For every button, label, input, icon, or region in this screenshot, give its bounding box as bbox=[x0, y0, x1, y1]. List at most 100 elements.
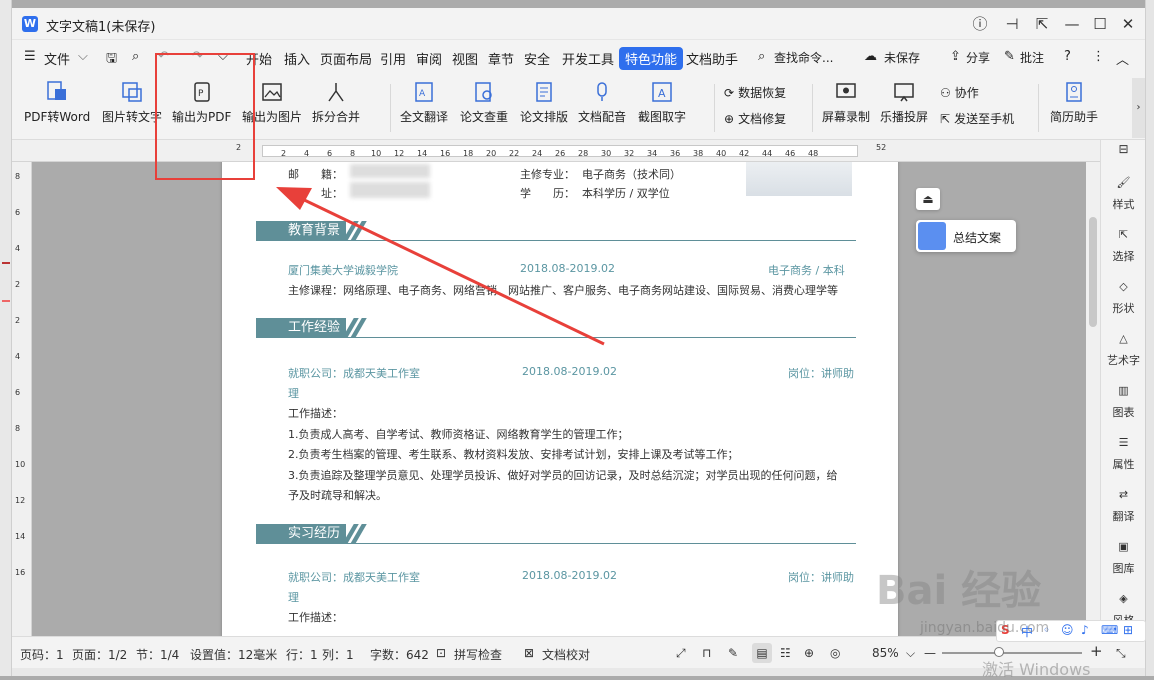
paper-layout-button[interactable]: 论文排版 bbox=[520, 80, 568, 125]
share-button[interactable]: 分享 bbox=[966, 49, 990, 66]
menu-reference[interactable]: 引用 bbox=[380, 49, 406, 68]
status-setting[interactable]: 设置值：12毫米 bbox=[190, 646, 277, 663]
cloud-icon[interactable]: ☁ bbox=[864, 49, 877, 64]
zoom-out-button[interactable]: — bbox=[924, 646, 936, 660]
status-pages[interactable]: 页面：1/2 bbox=[72, 646, 127, 663]
status-section[interactable]: 节：1/4 bbox=[136, 646, 179, 663]
vertical-ruler[interactable]: 8 6 4 2 2 4 6 8 10 12 14 16 bbox=[12, 162, 32, 636]
search-icon[interactable]: ⌕ bbox=[758, 49, 765, 64]
ruler-tick: 30 bbox=[601, 149, 612, 158]
status-line: 行：1 bbox=[286, 648, 318, 662]
unsaved-status[interactable]: 未保存 bbox=[884, 49, 920, 66]
resume-helper-button[interactable]: 简历助手 bbox=[1050, 80, 1098, 125]
menu-file[interactable]: 文件 bbox=[44, 49, 70, 68]
collapse-ribbon-icon[interactable]: ︿ bbox=[1116, 49, 1129, 68]
page-view-icon[interactable]: ▤ bbox=[752, 643, 772, 663]
outline-view-icon[interactable]: ☷ bbox=[780, 646, 791, 660]
paper-check-button[interactable]: 论文查重 bbox=[460, 80, 508, 125]
ruler-tick: 2 bbox=[15, 280, 21, 289]
ime-voice-icon[interactable]: ♪ bbox=[1081, 623, 1089, 637]
menu-chapter[interactable]: 章节 bbox=[488, 49, 514, 68]
maximize-button[interactable]: ☐ bbox=[1086, 12, 1114, 36]
panel-chart[interactable]: ▥ 图表 bbox=[1101, 384, 1146, 420]
fullscreen-icon[interactable]: ⤢ bbox=[676, 646, 686, 661]
share-icon[interactable]: ⇪ bbox=[950, 49, 961, 64]
fit-window-icon[interactable]: ⤡ bbox=[1116, 646, 1126, 661]
pin-icon[interactable]: ⊣ bbox=[998, 12, 1026, 36]
chart-icon: ▥ bbox=[1118, 384, 1129, 397]
split-merge-button[interactable]: 拆分合并 bbox=[312, 80, 360, 125]
right-side-panel: ⊟ 🖌样式 ⇱选择 ◇形状 △艺术字 ▥图表 ☰属性 ⇄翻译 ▣图库 ◈风格 bbox=[1100, 140, 1145, 636]
hamburger-menu-icon[interactable]: ☰ bbox=[24, 49, 36, 64]
cast-button[interactable]: 乐播投屏 bbox=[880, 80, 928, 125]
summary-copy-card[interactable]: 总结文案 bbox=[916, 220, 1016, 252]
ruler-scale[interactable]: 2 4 6 8 10 12 14 16 18 20 22 24 26 28 30… bbox=[262, 145, 858, 158]
search-command[interactable]: 查找命令... bbox=[774, 49, 833, 66]
menu-insert[interactable]: 插入 bbox=[284, 49, 310, 68]
panel-gallery[interactable]: ▣ 图库 bbox=[1101, 540, 1146, 576]
ribbon-scroll-right-icon[interactable]: › bbox=[1132, 78, 1145, 138]
ime-grid-icon[interactable]: ⊞ bbox=[1123, 623, 1133, 637]
more-icon[interactable]: ⋮ bbox=[1092, 49, 1105, 64]
panel-settings-icon[interactable]: ⊟ bbox=[1101, 142, 1146, 156]
help-icon[interactable]: ? bbox=[1064, 49, 1071, 64]
chevron-down-icon[interactable]: ⌵ bbox=[78, 49, 88, 64]
minimize-button[interactable]: — bbox=[1058, 12, 1086, 36]
panel-shape[interactable]: ◇ 形状 bbox=[1101, 280, 1146, 316]
save-icon[interactable]: 🖫 bbox=[106, 49, 117, 71]
info-icon[interactable]: ⓘ bbox=[966, 12, 994, 36]
menu-view[interactable]: 视图 bbox=[452, 49, 478, 68]
panel-wordart[interactable]: △ 艺术字 bbox=[1101, 332, 1146, 368]
restore-layout-icon[interactable]: ⇱ bbox=[1028, 12, 1056, 36]
image-to-text-button[interactable]: 图片转文字 bbox=[102, 80, 162, 125]
menu-review[interactable]: 审阅 bbox=[416, 49, 442, 68]
ime-emoji-icon[interactable]: ☺ bbox=[1061, 623, 1074, 637]
collab-button[interactable]: ⚇ 协作 bbox=[940, 84, 979, 101]
close-button[interactable]: ✕ bbox=[1114, 12, 1142, 36]
status-word-count[interactable]: 字数：642 bbox=[370, 646, 429, 663]
panel-style[interactable]: 🖌 样式 bbox=[1101, 176, 1146, 212]
image-to-text-label: 图片转文字 bbox=[102, 110, 163, 124]
collapse-assistant-icon[interactable]: ⏏ bbox=[916, 188, 940, 210]
spell-check-button[interactable]: 拼写检查 bbox=[454, 646, 502, 663]
scrollbar-thumb[interactable] bbox=[1089, 217, 1097, 327]
menu-special-features[interactable]: 特色功能 bbox=[619, 47, 684, 70]
menu-page-layout[interactable]: 页面布局 bbox=[320, 49, 372, 68]
zoom-in-button[interactable]: + bbox=[1090, 642, 1103, 660]
format-painter-icon[interactable]: ⌕ bbox=[132, 49, 139, 64]
ime-keyboard-icon[interactable]: ⌨ bbox=[1101, 623, 1118, 637]
ruler-tick: 18 bbox=[463, 149, 474, 158]
zoom-dropdown-icon[interactable]: ⌵ bbox=[906, 646, 915, 661]
data-recovery-button[interactable]: ⟳ 数据恢复 bbox=[724, 84, 786, 101]
eye-care-icon[interactable]: ◎ bbox=[830, 646, 840, 660]
panel-properties[interactable]: ☰ 属性 bbox=[1101, 436, 1146, 472]
send-phone-button[interactable]: ⇱ 发送至手机 bbox=[940, 110, 1014, 127]
ruler-tick: 32 bbox=[624, 149, 635, 158]
doc-voice-button[interactable]: 文档配音 bbox=[578, 80, 626, 125]
comment-icon[interactable]: ✎ bbox=[1004, 49, 1015, 64]
full-translate-button[interactable]: A 全文翻译 bbox=[400, 80, 448, 125]
work-desc-line: 3.负责追踪及整理学员意见、处理学员投诉、做好对学员的回访记录，及时总结沉淀；对… bbox=[288, 469, 838, 482]
screenshot-ocr-button[interactable]: A 截图取字 bbox=[638, 80, 686, 125]
proofread-button[interactable]: 文档校对 bbox=[542, 646, 590, 663]
wordart-icon: △ bbox=[1119, 332, 1128, 345]
zoom-level[interactable]: 85% bbox=[872, 646, 899, 660]
screen-record-button[interactable]: 屏幕录制 bbox=[822, 80, 870, 125]
work-company: 就职公司：成都天美工作室 bbox=[288, 367, 420, 380]
panel-translate[interactable]: ⇄ 翻译 bbox=[1101, 488, 1146, 524]
pdf-to-word-button[interactable]: PDF转Word bbox=[24, 80, 90, 125]
zoom-slider[interactable] bbox=[942, 652, 1082, 654]
vertical-scrollbar[interactable] bbox=[1086, 162, 1100, 636]
spellcheck-icon: ⊡ bbox=[436, 646, 447, 660]
menu-developer[interactable]: 开发工具 bbox=[562, 49, 614, 68]
pdf-to-word-icon bbox=[47, 81, 67, 100]
web-view-icon[interactable]: ⊕ bbox=[804, 646, 814, 660]
write-mode-icon[interactable]: ✎ bbox=[728, 646, 738, 660]
menu-doc-helper[interactable]: 文档助手 bbox=[686, 49, 738, 68]
read-mode-icon[interactable]: ⊓ bbox=[702, 646, 711, 660]
panel-select[interactable]: ⇱ 选择 bbox=[1101, 228, 1146, 264]
menu-security[interactable]: 安全 bbox=[524, 49, 550, 68]
comment-button[interactable]: 批注 bbox=[1020, 49, 1044, 66]
doc-repair-button[interactable]: ⊕ 文档修复 bbox=[724, 110, 786, 127]
status-page-number[interactable]: 页码：1 bbox=[20, 646, 64, 663]
